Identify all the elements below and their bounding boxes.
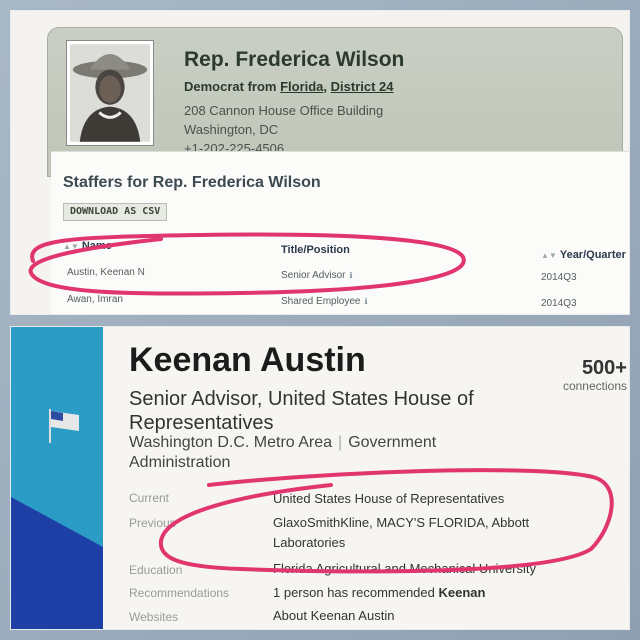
field-value-education[interactable]: Florida Agricultural and Mechanical Univ… xyxy=(273,559,593,579)
staffer-title-text: Senior Advisor xyxy=(281,270,346,281)
staffer-year: 2014Q3 xyxy=(541,272,577,283)
location-text[interactable]: Washington D.C. Metro Area xyxy=(129,434,332,451)
sort-icon: ▲▼ xyxy=(63,242,79,251)
flag-icon xyxy=(49,409,79,443)
field-value-recommendations[interactable]: 1 person has recommended Keenan xyxy=(273,583,593,603)
column-header-year-label: Year/Quarter xyxy=(559,249,626,261)
field-label-websites: Websites xyxy=(129,610,179,624)
profile-photo xyxy=(11,327,103,629)
staffer-year: 2014Q3 xyxy=(541,298,577,309)
field-label-recommendations: Recommendations xyxy=(129,586,230,600)
staffers-section: Staffers for Rep. Frederica Wilson DOWNL… xyxy=(51,151,629,314)
recommendations-name: Keenan xyxy=(438,585,486,600)
collar-shape xyxy=(11,497,103,547)
district-separator: , xyxy=(323,79,331,94)
recommendations-text: 1 person has recommended xyxy=(273,585,439,600)
staffer-title-text: Shared Employee xyxy=(281,296,361,307)
connections-label: connections xyxy=(562,379,627,393)
info-icon[interactable]: ℹ xyxy=(365,297,368,306)
field-value-websites[interactable]: About Keenan Austin xyxy=(273,606,593,626)
staffer-name[interactable]: Austin, Keenan N xyxy=(67,267,145,278)
linkedin-profile-screenshot: Keenan Austin Senior Advisor, United Sta… xyxy=(10,326,630,630)
state-link[interactable]: Florida xyxy=(280,79,323,94)
portrait-image xyxy=(70,44,150,142)
congress-staffers-screenshot: Rep. Frederica Wilson Democrat from Flor… xyxy=(10,10,630,315)
field-label-previous: Previous xyxy=(129,516,176,530)
representative-photo xyxy=(66,40,154,146)
staffer-title: Senior Advisor ℹ xyxy=(281,270,353,281)
sort-icon: ▲▼ xyxy=(541,251,557,260)
party-prefix: Democrat from xyxy=(184,79,281,94)
profile-name: Keenan Austin xyxy=(129,341,366,379)
district-link[interactable]: District 24 xyxy=(331,79,394,94)
representative-name: Rep. Frederica Wilson xyxy=(184,48,405,71)
column-header-name[interactable]: ▲▼ Name xyxy=(63,240,112,252)
column-header-year[interactable]: ▲▼ Year/Quarter xyxy=(541,249,626,261)
column-header-title[interactable]: Title/Position xyxy=(281,244,350,256)
profile-headline: Senior Advisor, United States House of R… xyxy=(129,388,474,434)
representative-party: Democrat from Florida, District 24 xyxy=(184,79,394,94)
download-csv-button[interactable]: DOWNLOAD AS CSV xyxy=(63,203,168,221)
staffer-title: Shared Employee ℹ xyxy=(281,296,368,307)
field-value-previous[interactable]: GlaxoSmithKline, MACY'S FLORIDA, Abbott … xyxy=(273,513,593,553)
staffer-name[interactable]: Awan, Imran xyxy=(67,294,123,305)
column-header-name-label: Name xyxy=(81,240,112,252)
connections-count: 500+ xyxy=(581,357,627,379)
field-label-education: Education xyxy=(129,563,183,577)
staffers-title: Staffers for Rep. Frederica Wilson xyxy=(63,174,321,191)
office-city: Washington, DC xyxy=(184,122,279,137)
info-icon[interactable]: ℹ xyxy=(349,271,352,280)
field-value-current[interactable]: United States House of Representatives xyxy=(273,489,593,509)
office-address: 208 Cannon House Office Building xyxy=(184,103,384,118)
field-label-current: Current xyxy=(129,491,170,505)
profile-location: Washington D.C. Metro Area | Government Ad… xyxy=(129,433,489,473)
separator: | xyxy=(338,434,343,451)
